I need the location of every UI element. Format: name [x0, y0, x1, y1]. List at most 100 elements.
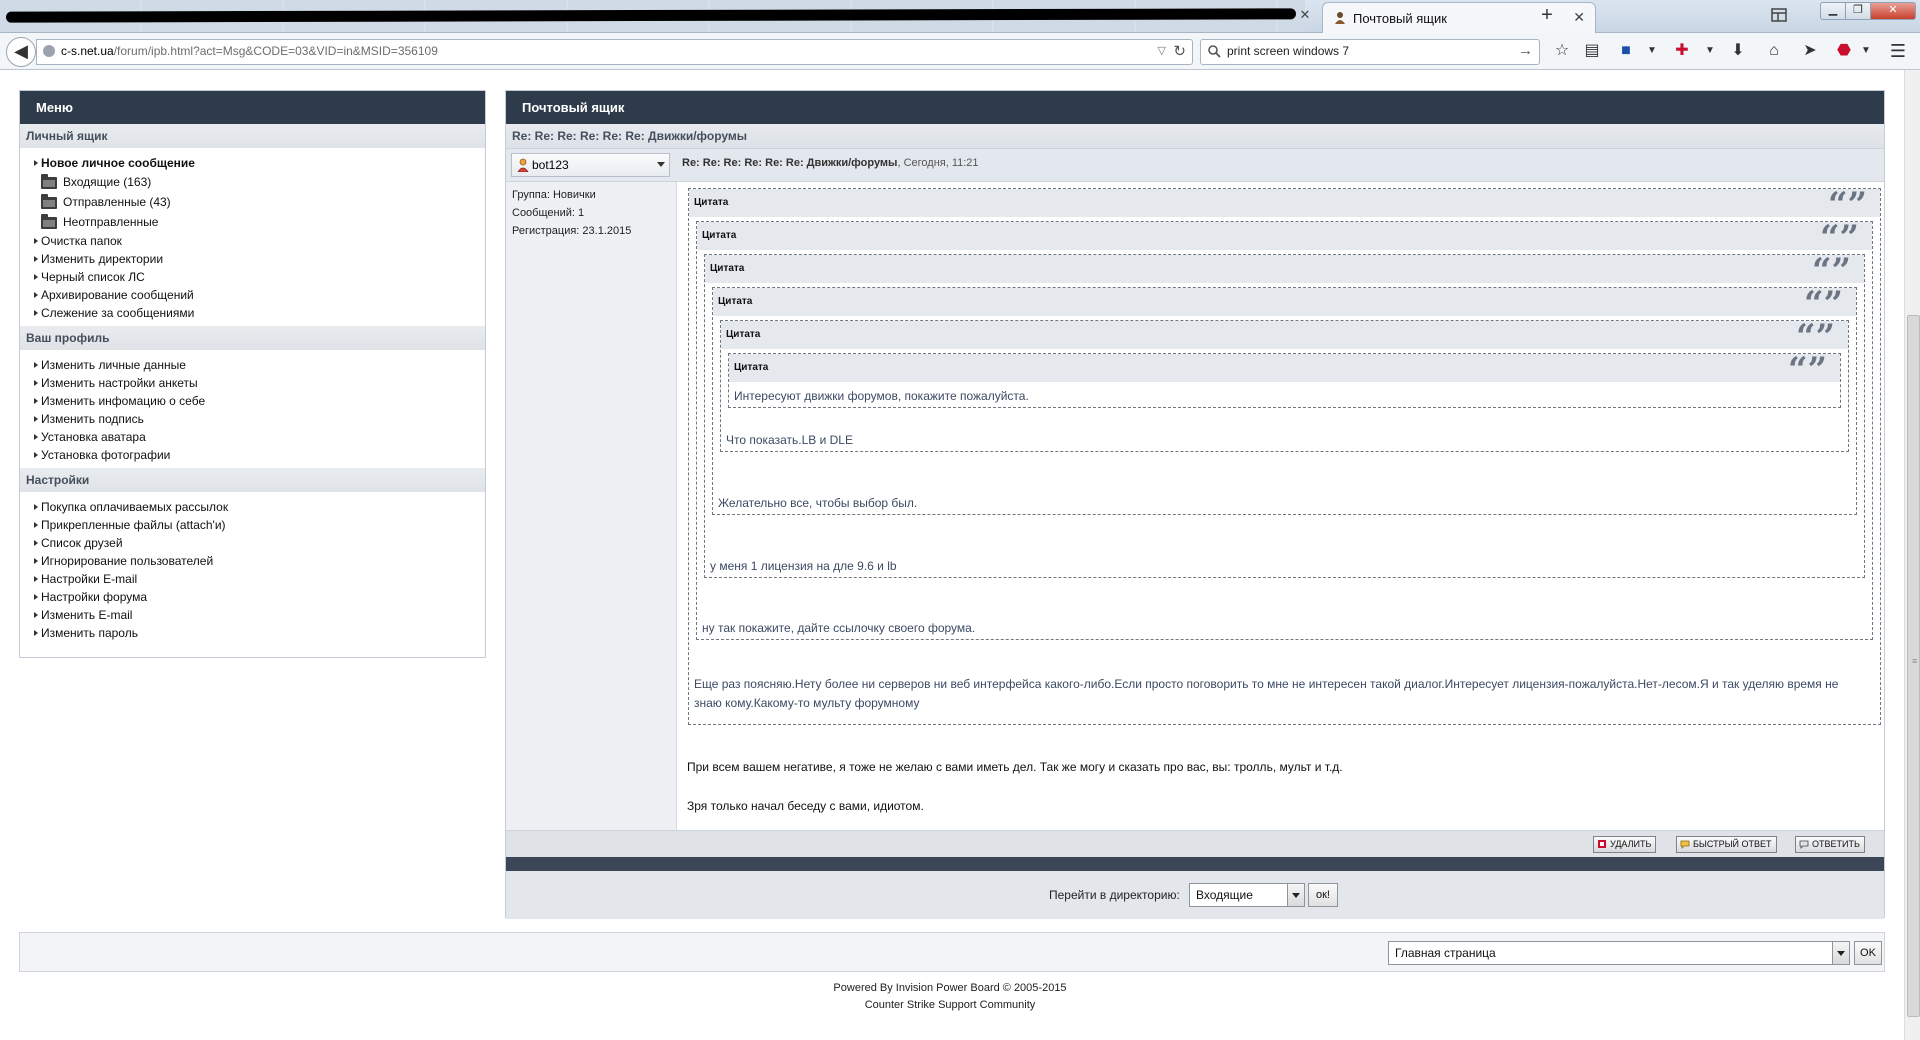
post-title-line: Re: Re: Re: Re: Re: Re: Движки/форумы, С…: [682, 157, 979, 169]
bookmark-star-icon[interactable]: ☆: [1552, 41, 1572, 61]
forum-jump-bar: Главная страница OK: [19, 932, 1885, 972]
forum-jump-value: Главная страница: [1395, 946, 1496, 960]
back-button[interactable]: ◀: [6, 37, 36, 67]
chevron-down-icon[interactable]: [1832, 942, 1849, 964]
maximize-button[interactable]: ❐: [1845, 2, 1871, 20]
share-icon[interactable]: ➤: [1800, 41, 1820, 61]
search-input[interactable]: print screen windows 7: [1227, 44, 1349, 58]
menu-link[interactable]: Изменить инфомацию о себе: [20, 392, 485, 410]
menu-title: Меню: [20, 91, 485, 124]
svg-text:“”: “”: [1804, 288, 1843, 316]
menu-link[interactable]: Настройки E-mail: [20, 570, 485, 588]
tab-list-icon[interactable]: [1770, 6, 1788, 24]
menu-link[interactable]: Список друзей: [20, 534, 485, 552]
quote-header: Цитата “”: [705, 255, 1864, 283]
post-date: , Сегодня, 11:21: [897, 157, 979, 169]
menu-link[interactable]: Очистка папок: [20, 232, 485, 250]
community-name[interactable]: Counter Strike Support Community: [0, 997, 1900, 1014]
adblock-icon[interactable]: ⬣: [1834, 41, 1854, 61]
addon-menu-chevron-icon[interactable]: ▼: [1700, 41, 1720, 61]
user-icon: [517, 158, 529, 172]
save-menu-chevron-icon[interactable]: ▼: [1642, 41, 1662, 61]
menu-link[interactable]: Черный список ЛС: [20, 268, 485, 286]
chevron-down-icon[interactable]: [1287, 884, 1304, 906]
reload-icon[interactable]: ↻: [1173, 42, 1186, 60]
menu-link[interactable]: Покупка оплачиваемых рассылок: [20, 498, 485, 516]
folder-jump-select[interactable]: Входящие: [1189, 883, 1305, 907]
save-icon[interactable]: ■: [1616, 41, 1636, 61]
url-text[interactable]: c-s.net.ua/forum/ipb.html?act=Msg&CODE=0…: [61, 44, 438, 58]
forum-jump-ok-button[interactable]: OK: [1854, 941, 1882, 965]
author-info: Группа: Новички Сообщений: 1 Регистрация…: [506, 182, 677, 830]
adblock-menu-chevron-icon[interactable]: ▼: [1856, 41, 1876, 61]
site-identity-icon[interactable]: [43, 45, 55, 57]
quote-label: Цитата: [718, 296, 753, 307]
address-bar[interactable]: c-s.net.ua/forum/ipb.html?act=Msg&CODE=0…: [36, 39, 1193, 65]
folder-sent[interactable]: Отправленные (43): [20, 192, 485, 212]
new-message-link[interactable]: Новое личное сообщение: [20, 154, 485, 172]
close-icon[interactable]: ✕: [1296, 6, 1314, 24]
menu-link[interactable]: Настройки форума: [20, 588, 485, 606]
menu-link[interactable]: Прикрепленные файлы (attach'и): [20, 516, 485, 534]
search-icon: [1208, 45, 1221, 58]
reply-label: ОТВЕТИТЬ: [1812, 839, 1860, 849]
mailbox-panel: Почтовый ящик Re: Re: Re: Re: Re: Re: Дв…: [505, 90, 1885, 919]
menu-link[interactable]: Изменить пароль: [20, 624, 485, 642]
forum-jump-select[interactable]: Главная страница: [1388, 941, 1850, 965]
delete-button[interactable]: УДАЛИТЬ: [1593, 836, 1657, 853]
post-body: Группа: Новички Сообщений: 1 Регистрация…: [506, 182, 1884, 830]
menu-link[interactable]: Изменить личные данные: [20, 356, 485, 374]
quote-header: Цитата “”: [729, 354, 1840, 382]
divider-strip: [506, 857, 1884, 871]
favicon-icon: [1335, 12, 1345, 24]
url-dropdown-icon[interactable]: ▽: [1158, 44, 1166, 57]
author-registered: Регистрация: 23.1.2015: [512, 225, 632, 237]
reply-icon: [1799, 840, 1809, 849]
reply-text: При всем вашем негативе, я тоже не желаю…: [687, 760, 1343, 774]
menu-link[interactable]: Игнорирование пользователей: [20, 552, 485, 570]
quick-reply-button[interactable]: БЫСТРЫЙ ОТВЕТ: [1676, 836, 1777, 853]
scrollbar-thumb[interactable]: ≡: [1907, 315, 1920, 1017]
close-tab-icon[interactable]: ✕: [1573, 9, 1585, 26]
reply-text: Зря только начал беседу с вами, идиотом.: [687, 799, 924, 813]
search-go-icon[interactable]: →: [1518, 42, 1533, 59]
quote-label: Цитата: [726, 329, 761, 340]
menu-hamburger-icon[interactable]: ☰: [1888, 41, 1908, 61]
mailbox-title: Почтовый ящик: [506, 91, 1884, 124]
minimize-button[interactable]: ▁: [1820, 2, 1846, 20]
quote-block: Цитата “” Цитата “” Цитата “”: [704, 254, 1865, 578]
search-bar[interactable]: print screen windows 7 →: [1200, 39, 1540, 65]
folder-unsent[interactable]: Неотправленные: [20, 212, 485, 232]
folder-inbox[interactable]: Входящие (163): [20, 172, 485, 192]
home-icon[interactable]: ⌂: [1764, 41, 1784, 61]
addon-red-icon[interactable]: ✚: [1672, 41, 1692, 61]
new-tab-button[interactable]: +: [1536, 4, 1558, 26]
quotation-marks-icon: “”: [1796, 321, 1835, 349]
menu-link[interactable]: Изменить подпись: [20, 410, 485, 428]
reply-button[interactable]: ОТВЕТИТЬ: [1795, 836, 1865, 853]
menu-link[interactable]: Архивирование сообщений: [20, 286, 485, 304]
quote-block: Цитата “” Цитата “” Цитата “” Цитата “”: [688, 188, 1881, 725]
author-name: bot123: [532, 158, 569, 172]
menu-link[interactable]: Установка аватара: [20, 428, 485, 446]
window-close-button[interactable]: ✕: [1870, 2, 1916, 20]
folder-unsent-label: Неотправленные: [63, 215, 159, 229]
page-scrollbar[interactable]: ≡: [1904, 70, 1920, 1040]
menu-link[interactable]: Слежение за сообщениями: [20, 304, 485, 322]
chevron-down-icon: [657, 162, 665, 167]
powered-by[interactable]: Powered By Invision Power Board © 2005-2…: [0, 980, 1900, 997]
svg-text:“”: “”: [1788, 354, 1827, 382]
tab-bar: ✕ Почтовый ящик ✕ + ▁ ❐ ✕: [0, 0, 1920, 33]
download-icon[interactable]: ⬇: [1728, 41, 1748, 61]
svg-text:“”: “”: [1828, 189, 1867, 217]
message-subject: Re: Re: Re: Re: Re: Re: Движки/форумы: [506, 124, 1884, 149]
menu-link[interactable]: Установка фотографии: [20, 446, 485, 464]
author-dropdown[interactable]: bot123: [511, 153, 670, 177]
quote-text: Что показать.LB и DLE: [726, 433, 853, 447]
folder-jump-ok-button[interactable]: ок!: [1308, 883, 1338, 907]
menu-link[interactable]: Изменить E-mail: [20, 606, 485, 624]
reading-list-icon[interactable]: ▤: [1582, 41, 1602, 61]
menu-link[interactable]: Изменить настройки анкеты: [20, 374, 485, 392]
quote-header: Цитата “”: [721, 321, 1848, 349]
menu-link[interactable]: Изменить директории: [20, 250, 485, 268]
